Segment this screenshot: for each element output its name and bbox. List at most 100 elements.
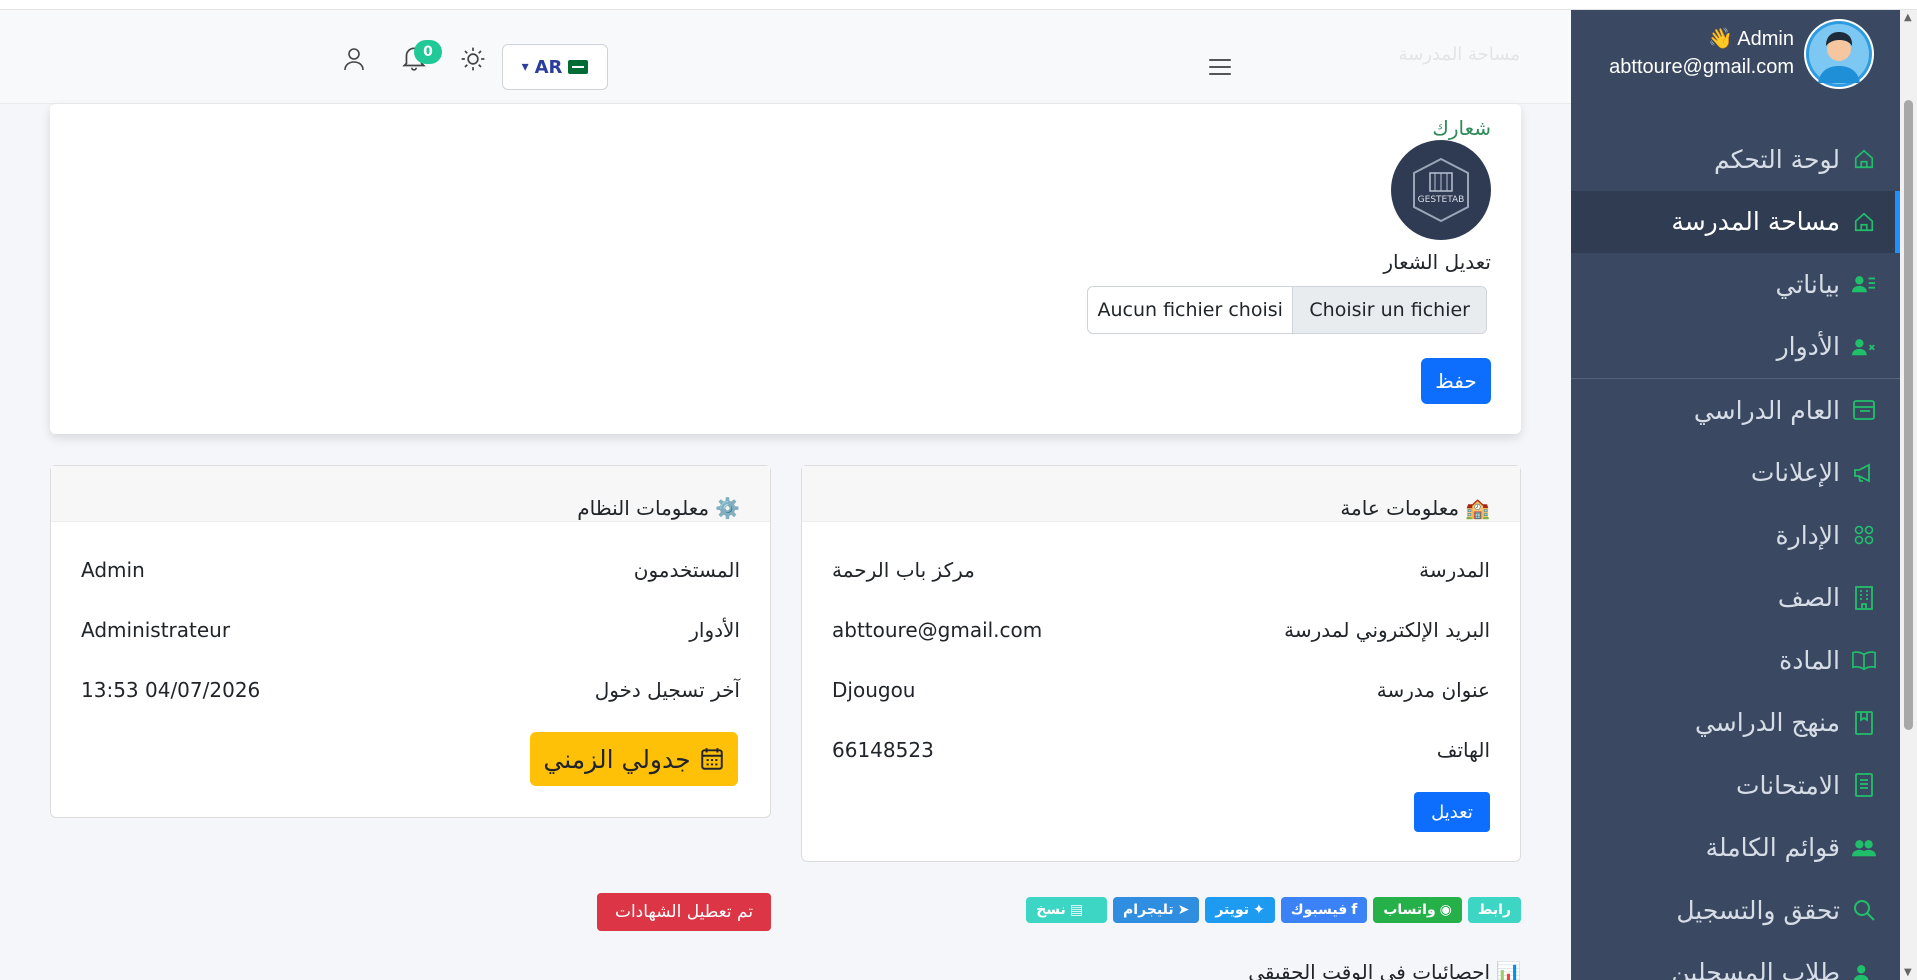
info-row: عنوان مدرسة Djougou (832, 675, 1490, 705)
menu-toggle-button[interactable] (1209, 59, 1231, 75)
scrollbar-thumb[interactable] (1904, 100, 1913, 730)
telegram-icon: ➤ (1177, 902, 1190, 918)
info-value: 66148523 (832, 738, 934, 762)
share-telegram-button[interactable]: ➤ تليجرام (1113, 897, 1200, 923)
share-whatsapp-button[interactable]: ◉ واتساب (1373, 897, 1462, 923)
sidebar-item-dashboard[interactable]: لوحة التحكم (1571, 128, 1900, 191)
sidebar-item-curriculum[interactable]: منهج الدراسي (1571, 692, 1900, 755)
stats-title: 📊 احصائيات في الوقت الحقيقي (1248, 960, 1521, 980)
info-row: الهاتف 66148523 (832, 735, 1490, 765)
admin-email: abttoure@gmail.com (1609, 56, 1794, 78)
card-title: 🏫 معلومات عامة (1340, 496, 1490, 520)
sidebar-item-class[interactable]: الصف (1571, 567, 1900, 630)
sidebar-item-label: العام الدراسي (1693, 395, 1840, 425)
calendar-icon (700, 748, 723, 770)
sidebar-item-label: الصف (1777, 583, 1840, 613)
sidebar-item-subject[interactable]: المادة (1571, 629, 1900, 692)
sidebar-item-exams[interactable]: الامتحانات (1571, 754, 1900, 817)
info-key: آخر تسجيل دخول (594, 678, 740, 702)
logo-text: GESTETAB (1418, 195, 1465, 205)
user-icon (344, 48, 364, 71)
info-row: آخر تسجيل دخول 13:53 04/07/2026 (81, 675, 740, 705)
info-row: البريد الإلكتروني لمدرسة abttoure@gmail.c… (832, 615, 1490, 645)
facebook-icon: f (1351, 902, 1358, 918)
scroll-up-arrow-icon[interactable]: ▲ (1904, 12, 1912, 23)
sidebar-item-announcements[interactable]: الإعلانات (1571, 442, 1900, 505)
info-value: Djougou (832, 678, 916, 702)
sidebar-item-administration[interactable]: الإدارة (1571, 504, 1900, 567)
info-key: البريد الإلكتروني لمدرسة (1284, 618, 1490, 642)
chevron-down-icon: ▾ (521, 59, 529, 75)
save-button[interactable]: حفظ (1421, 358, 1491, 404)
sidebar-item-label: المادة (1779, 645, 1840, 675)
avatar[interactable] (1804, 19, 1874, 89)
sidebar: 👋 Admin abttoure@gmail.com لوحة التحكم م… (1571, 10, 1900, 980)
gear-icon: ⚙️ (715, 496, 740, 520)
sidebar-item-label: لوحة التحكم (1713, 144, 1840, 174)
system-info-title: معلومات النظام (577, 496, 710, 520)
certificates-disabled-button[interactable]: تم تعطيل الشهادات (597, 893, 771, 931)
sidebar-nav: لوحة التحكم مساحة المدرسة بياناتي الأدوا… (1571, 128, 1900, 980)
user-check-icon (1852, 961, 1876, 980)
chart-icon: 📊 (1496, 960, 1521, 980)
share-link-button[interactable]: رابط (1467, 897, 1521, 923)
book-open-icon (1852, 648, 1876, 672)
info-value: 13:53 04/07/2026 (81, 678, 261, 702)
sidebar-item-registered-students[interactable]: طلاب المسجلين (1571, 942, 1900, 980)
info-value: Admin (81, 558, 145, 582)
sun-icon (461, 47, 485, 71)
share-buttons: رابط ◉ واتساب f فيسبوك ✦ تويتر ➤ تليجرام ▤ نس… (1026, 897, 1521, 923)
sidebar-item-school-space[interactable]: مساحة المدرسة (1571, 190, 1900, 253)
general-info-card: 🏫 معلومات عامة المدرسة مركز باب الرحمة ال… (801, 465, 1521, 862)
sidebar-item-verify-register[interactable]: تحقق والتسجيل (1571, 879, 1900, 942)
sidebar-item-label: الامتحانات (1735, 770, 1840, 800)
home-icon (1852, 210, 1876, 234)
share-label: تليجرام (1123, 902, 1174, 918)
user-profile: 👋 Admin abttoure@gmail.com (1571, 10, 1900, 100)
info-key: الأدوار (689, 618, 740, 642)
info-key: المستخدمون (633, 558, 740, 582)
book-icon (1852, 710, 1876, 735)
my-schedule-button[interactable]: جدولي الزمني (530, 732, 738, 786)
building-logo-icon: GESTETAB (1413, 157, 1469, 223)
calendar-card-icon (1852, 398, 1876, 422)
info-value: abttoure@gmail.com (832, 618, 1043, 642)
share-label: رابط (1477, 902, 1511, 918)
sidebar-item-roles[interactable]: الأدوار (1571, 316, 1900, 379)
sidebar-item-my-data[interactable]: بياناتي (1571, 253, 1900, 316)
copy-button[interactable]: ▤ نسخ (1026, 897, 1108, 923)
share-label: تويتر (1215, 902, 1250, 918)
sidebar-item-label: قوائم الكاملة (1705, 833, 1840, 863)
general-info-title: معلومات عامة (1340, 496, 1460, 520)
page-scrollbar[interactable]: ▲ ▼ (1900, 10, 1917, 980)
share-label: فيسبوك (1290, 902, 1348, 918)
share-facebook-button[interactable]: f فيسبوك (1280, 897, 1368, 923)
card-header: 🏫 معلومات عامة (802, 466, 1520, 522)
sidebar-item-full-lists[interactable]: قوائم الكاملة (1571, 817, 1900, 880)
file-status: Aucun fichier choisi (1097, 299, 1283, 321)
twitter-icon: ✦ (1253, 902, 1265, 918)
choose-file-button[interactable]: Choisir un fichier (1292, 287, 1486, 333)
edit-button[interactable]: تعديل (1414, 792, 1490, 832)
share-twitter-button[interactable]: ✦ تويتر (1205, 897, 1275, 923)
system-info-card: ⚙️ معلومات النظام المستخدمون Admin الأدوا… (50, 465, 771, 818)
user-menu-button[interactable] (339, 44, 369, 74)
info-row: الأدوار Administrateur (81, 615, 740, 645)
browser-top-strip (0, 0, 1917, 10)
clipboard-icon: ▤ (1069, 902, 1084, 918)
sidebar-item-school-year[interactable]: العام الدراسي (1571, 379, 1900, 442)
info-key: عنوان مدرسة (1376, 678, 1490, 702)
language-selector[interactable]: ▾ AR (502, 44, 608, 90)
user-list-icon (1852, 272, 1876, 296)
stats-title-text: احصائيات في الوقت الحقيقي (1248, 960, 1491, 980)
logo-file-input[interactable]: Choisir un fichier Aucun fichier choisi (1087, 286, 1487, 334)
info-key: المدرسة (1419, 558, 1490, 582)
theme-toggle-button[interactable] (458, 44, 488, 74)
edit-logo-label: تعديل الشعار (1383, 250, 1491, 274)
share-label: واتساب (1383, 902, 1436, 918)
scroll-down-arrow-icon[interactable]: ▼ (1904, 967, 1912, 978)
sidebar-item-label: منهج الدراسي (1694, 708, 1840, 738)
top-header: مساحة المدرسة ▾ AR 0 (0, 10, 1571, 104)
avatar-icon (1806, 21, 1872, 87)
flag-icon (568, 60, 589, 74)
